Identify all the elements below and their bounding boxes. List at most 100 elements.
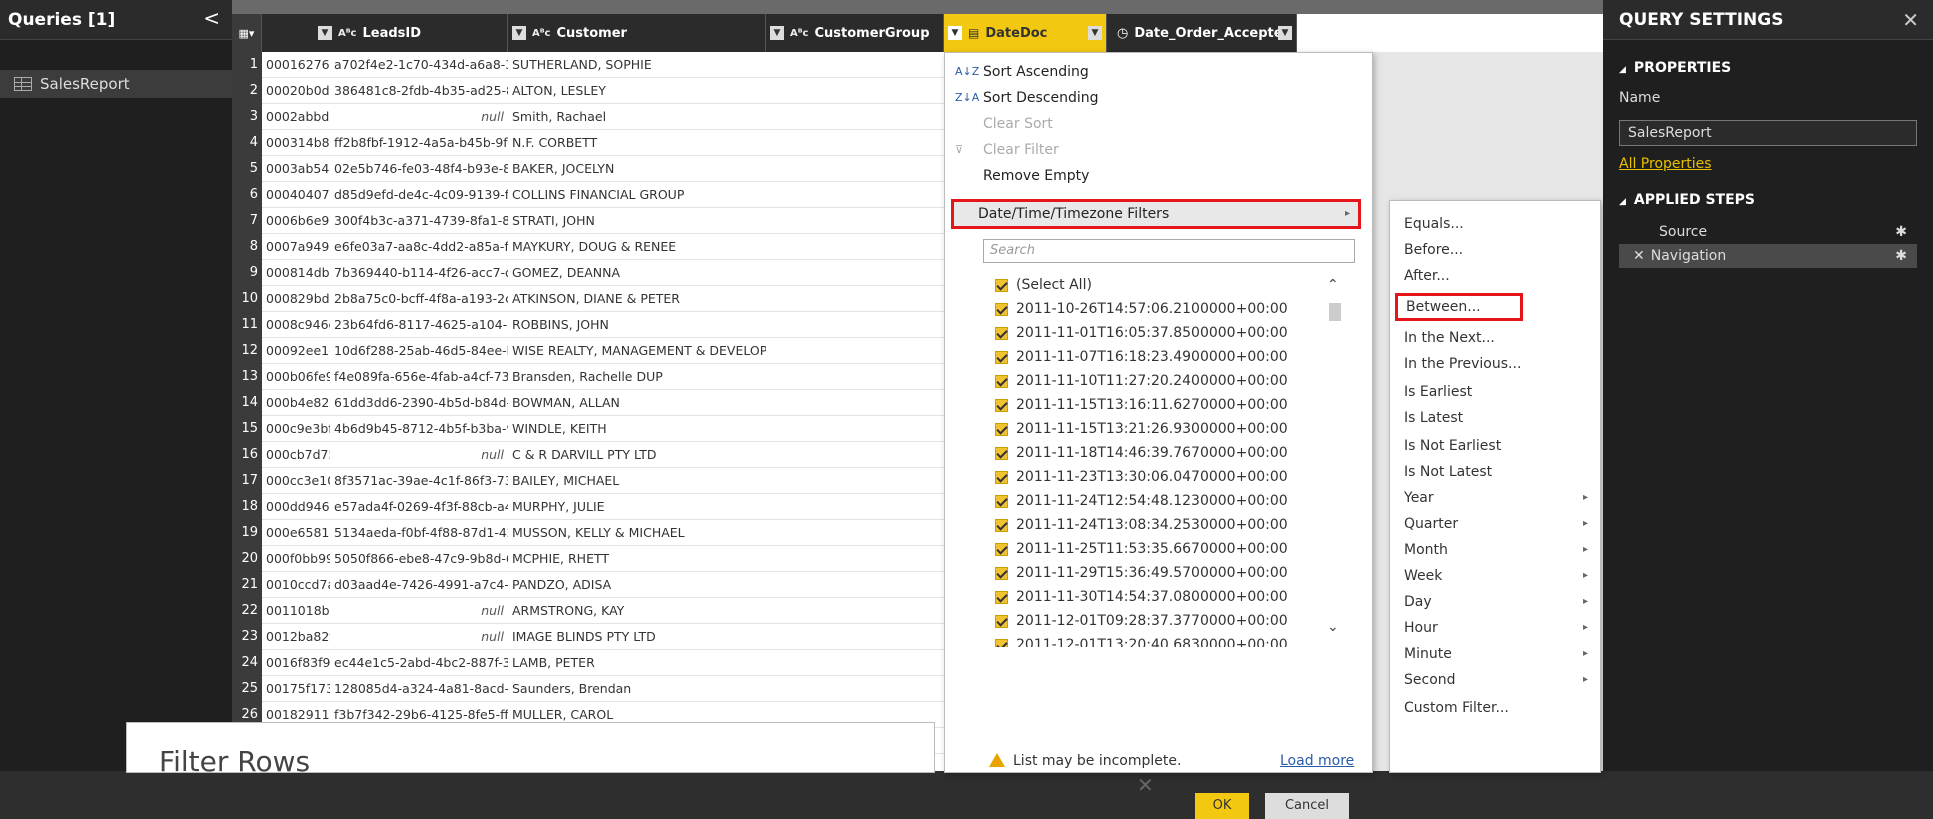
cell-customergroup[interactable] xyxy=(766,468,944,494)
cell-index[interactable]: 000314b8f390 xyxy=(262,130,330,156)
column-header-leadsid[interactable]: ▼ Aᴮᴄ LeadsID xyxy=(288,14,508,52)
checkbox-checked-icon[interactable] xyxy=(995,638,1008,647)
cell-index[interactable]: 000b4e82a622 xyxy=(262,390,330,416)
cell-customer[interactable]: IMAGE BLINDS PTY LTD xyxy=(508,624,766,650)
cell-customer[interactable]: MUSSON, KELLY & MICHAEL xyxy=(508,520,766,546)
row-number[interactable]: 20 xyxy=(232,546,262,572)
cell-customergroup[interactable] xyxy=(766,234,944,260)
submenu-item-quarter[interactable]: Quarter ▸ xyxy=(1390,511,1600,537)
cell-leadsid[interactable]: a702f4e2-1c70-434d-a6a8-39f0845c652b xyxy=(330,52,508,78)
cell-customergroup[interactable] xyxy=(766,520,944,546)
checkbox-checked-icon[interactable] xyxy=(995,422,1008,436)
row-number[interactable]: 10 xyxy=(232,286,262,312)
step-source[interactable]: Source ✱ xyxy=(1619,220,1917,244)
checkbox-checked-icon[interactable] xyxy=(995,278,1008,292)
filter-value-item[interactable]: 2011-11-24T12:54:48.1230000+00:00 xyxy=(995,489,1288,513)
cell-index[interactable]: 0010ccd7ab40 xyxy=(262,572,330,598)
cell-customer[interactable]: PANDZO, ADISA xyxy=(508,572,766,598)
select-all-checkbox-item[interactable]: (Select All) xyxy=(995,273,1092,297)
cell-customergroup[interactable] xyxy=(766,364,944,390)
cell-leadsid[interactable]: e6fe03a7-aa8c-4dd2-a85a-f39d44a3b0bb xyxy=(330,234,508,260)
cell-customer[interactable]: WINDLE, KEITH xyxy=(508,416,766,442)
row-number[interactable]: 7 xyxy=(232,208,262,234)
cell-leadsid[interactable]: 7b369440-b114-4f26-acc7-d30e7fc4554d xyxy=(330,260,508,286)
cell-index[interactable]: 00020b0d36d1 xyxy=(262,78,330,104)
cell-customer[interactable]: GOMEZ, DEANNA xyxy=(508,260,766,286)
cell-customer[interactable]: BAKER, JOCELYN xyxy=(508,156,766,182)
close-icon[interactable]: ✕ xyxy=(1137,773,1154,797)
remove-empty-item[interactable]: Remove Empty xyxy=(945,163,1372,189)
cell-customer[interactable]: ATKINSON, DIANE & PETER xyxy=(508,286,766,312)
row-number[interactable]: 12 xyxy=(232,338,262,364)
row-number[interactable]: 9 xyxy=(232,260,262,286)
submenu-item-is-not-earliest[interactable]: Is Not Earliest xyxy=(1390,433,1600,459)
submenu-item-custom-filter[interactable]: Custom Filter... xyxy=(1390,695,1600,721)
cell-customergroup[interactable] xyxy=(766,624,944,650)
row-number[interactable]: 1 xyxy=(232,52,262,78)
cell-customergroup[interactable] xyxy=(766,598,944,624)
cell-leadsid[interactable]: 02e5b746-fe03-48f4-b93e-887098a478c6 xyxy=(330,156,508,182)
column-header-customergroup[interactable]: ▼ Aᴮᴄ CustomerGroup xyxy=(766,14,944,52)
between-highlight[interactable]: Between... xyxy=(1395,293,1523,321)
cell-customer[interactable]: C & R DARVILL PTY LTD xyxy=(508,442,766,468)
filter-value-item[interactable]: 2011-10-26T14:57:06.2100000+00:00 xyxy=(995,297,1288,321)
checkbox-checked-icon[interactable] xyxy=(995,374,1008,388)
filter-value-item[interactable]: 2011-11-07T16:18:23.4900000+00:00 xyxy=(995,345,1288,369)
datetime-filters-item[interactable]: Date/Time/Timezone Filters ▸ xyxy=(951,199,1361,229)
row-number[interactable]: 17 xyxy=(232,468,262,494)
filter-value-item[interactable]: 2011-11-25T11:53:35.6670000+00:00 xyxy=(995,537,1288,561)
submenu-item-before[interactable]: Before... xyxy=(1390,237,1600,263)
submenu-item-equals[interactable]: Equals... xyxy=(1390,211,1600,237)
cell-index[interactable]: 00092ee1cc5f xyxy=(262,338,330,364)
sort-descending-item[interactable]: Z↓A Sort Descending xyxy=(945,85,1372,111)
query-name-input[interactable]: SalesReport xyxy=(1619,120,1917,146)
cell-customergroup[interactable] xyxy=(766,156,944,182)
cell-leadsid[interactable]: null xyxy=(330,104,508,130)
checkbox-checked-icon[interactable] xyxy=(995,518,1008,532)
cell-leadsid[interactable]: f4e089fa-656e-4fab-a4cf-73ea4b84ca82 xyxy=(330,364,508,390)
cell-index[interactable]: 0012ba82fa16 xyxy=(262,624,330,650)
filter-values-list[interactable]: (Select All) 2011-10-26T14:57:06.2100000+… xyxy=(983,271,1355,647)
load-more-link[interactable]: Load more xyxy=(1280,753,1354,769)
cell-leadsid[interactable]: null xyxy=(330,598,508,624)
cell-leadsid[interactable]: d85d9efd-de4c-4c09-9139-ff32b671e978 xyxy=(330,182,508,208)
checkbox-checked-icon[interactable] xyxy=(995,398,1008,412)
row-number[interactable]: 21 xyxy=(232,572,262,598)
cell-customer[interactable]: ROBBINS, JOHN xyxy=(508,312,766,338)
row-number[interactable]: 16 xyxy=(232,442,262,468)
cell-index[interactable]: 00175f173474 xyxy=(262,676,330,702)
properties-section[interactable]: ◢ PROPERTIES xyxy=(1619,60,1731,76)
column-header-customer[interactable]: ▼ Aᴮᴄ Customer xyxy=(508,14,766,52)
submenu-item-year[interactable]: Year ▸ xyxy=(1390,485,1600,511)
row-number[interactable]: 2 xyxy=(232,78,262,104)
cell-leadsid[interactable]: null xyxy=(330,442,508,468)
cell-customergroup[interactable] xyxy=(766,52,944,78)
cell-index[interactable]: 000f0bb99fdc xyxy=(262,546,330,572)
cell-index[interactable]: 000cb7d75c2b xyxy=(262,442,330,468)
cell-leadsid[interactable]: 23b64fd6-8117-4625-a104-ab74d02826aa xyxy=(330,312,508,338)
gear-icon[interactable]: ✱ xyxy=(1895,220,1907,244)
row-number[interactable]: 3 xyxy=(232,104,262,130)
cell-index[interactable]: 000c9e3bf7d7 xyxy=(262,416,330,442)
submenu-item-day[interactable]: Day ▸ xyxy=(1390,589,1600,615)
cell-leadsid[interactable]: 10d6f288-25ab-46d5-84ee-b503e8514112 xyxy=(330,338,508,364)
ok-button[interactable]: OK xyxy=(1195,793,1249,819)
step-navigation[interactable]: ✕ Navigation ✱ xyxy=(1619,244,1917,268)
filter-dropdown-icon[interactable]: ▼ xyxy=(512,26,526,40)
cell-customergroup[interactable] xyxy=(766,104,944,130)
cell-customergroup[interactable] xyxy=(766,338,944,364)
cell-index[interactable]: 00040407232e xyxy=(262,182,330,208)
cancel-button[interactable]: Cancel xyxy=(1265,793,1349,819)
cell-customergroup[interactable] xyxy=(766,572,944,598)
sort-ascending-item[interactable]: A↓Z Sort Ascending xyxy=(945,59,1372,85)
row-number[interactable]: 14 xyxy=(232,390,262,416)
submenu-item-in-the-next[interactable]: In the Next... xyxy=(1390,325,1600,351)
filter-value-item[interactable]: 2011-11-24T13:08:34.2530000+00:00 xyxy=(995,513,1288,537)
cell-customer[interactable]: LAMB, PETER xyxy=(508,650,766,676)
cell-customer[interactable]: MAYKURY, DOUG & RENEE xyxy=(508,234,766,260)
submenu-item-is-not-latest[interactable]: Is Not Latest xyxy=(1390,459,1600,485)
cell-customergroup[interactable] xyxy=(766,208,944,234)
cell-index[interactable]: 0008c946cacb xyxy=(262,312,330,338)
submenu-item-after[interactable]: After... xyxy=(1390,263,1600,289)
filter-value-item[interactable]: 2011-12-01T13:20:40.6830000+00:00 xyxy=(995,633,1288,647)
